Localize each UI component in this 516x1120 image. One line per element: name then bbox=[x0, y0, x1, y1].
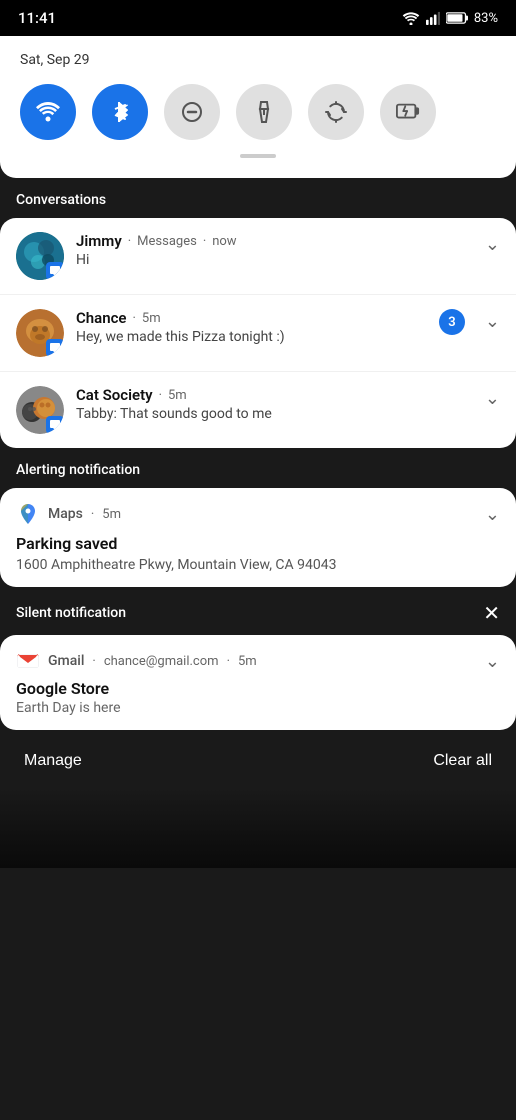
chance-messages-badge bbox=[46, 339, 64, 357]
jimmy-notification[interactable]: Jimmy · Messages · now Hi ⌄ bbox=[0, 218, 516, 295]
cat-society-sender: Cat Society bbox=[76, 386, 153, 404]
chance-avatar bbox=[16, 309, 64, 357]
gmail-notification[interactable]: Gmail · chance@gmail.com · 5m ⌄ Google S… bbox=[0, 635, 516, 730]
cat-society-body: Tabby: That sounds good to me bbox=[76, 406, 465, 422]
maps-notification[interactable]: Maps · 5m ⌄ Parking saved 1600 Amphithea… bbox=[0, 488, 516, 587]
cat-society-avatar bbox=[16, 386, 64, 434]
battery-saver-toggle[interactable] bbox=[380, 84, 436, 140]
dnd-toggle[interactable] bbox=[164, 84, 220, 140]
chance-sender: Chance bbox=[76, 309, 127, 327]
gmail-body: Earth Day is here bbox=[16, 700, 500, 716]
silent-card[interactable]: Gmail · chance@gmail.com · 5m ⌄ Google S… bbox=[0, 635, 516, 730]
chance-count-badge: 3 bbox=[439, 309, 465, 335]
flashlight-toggle[interactable] bbox=[236, 84, 292, 140]
alerting-card[interactable]: Maps · 5m ⌄ Parking saved 1600 Amphithea… bbox=[0, 488, 516, 587]
jimmy-app: Messages bbox=[137, 234, 197, 249]
battery-icon bbox=[446, 11, 468, 25]
jimmy-sender: Jimmy bbox=[76, 232, 122, 250]
cat-society-content: Cat Society · 5m Tabby: That sounds good… bbox=[76, 386, 465, 422]
jimmy-body: Hi bbox=[76, 252, 465, 268]
wifi-icon bbox=[402, 11, 420, 25]
status-icons: 83% bbox=[402, 11, 498, 26]
status-time: 11:41 bbox=[18, 9, 56, 27]
alerting-label: Alerting notification bbox=[16, 462, 140, 478]
bottom-bar: Manage Clear all bbox=[0, 734, 516, 788]
jimmy-chevron[interactable]: ⌄ bbox=[477, 232, 500, 255]
gmail-time: 5m bbox=[238, 654, 257, 669]
quick-settings-panel: Sat, Sep 29 bbox=[0, 36, 516, 178]
maps-icon bbox=[16, 502, 40, 526]
jimmy-messages-badge bbox=[46, 262, 64, 280]
gmail-chevron[interactable]: ⌄ bbox=[485, 651, 500, 672]
gmail-app-name: Gmail bbox=[48, 653, 84, 669]
chance-notification[interactable]: Chance · 5m Hey, we made this Pizza toni… bbox=[0, 295, 516, 372]
quick-toggles bbox=[20, 84, 496, 140]
cat-society-time: 5m bbox=[168, 388, 187, 403]
alerting-time: 5m bbox=[102, 507, 121, 522]
chance-time: 5m bbox=[142, 311, 161, 326]
date-display: Sat, Sep 29 bbox=[20, 52, 496, 68]
chance-chevron[interactable]: ⌄ bbox=[477, 309, 500, 332]
scroll-handle bbox=[240, 154, 276, 158]
chance-body: Hey, we made this Pizza tonight :) bbox=[76, 329, 427, 345]
alerting-body: 1600 Amphitheatre Pkwy, Mountain View, C… bbox=[16, 557, 500, 573]
chance-content: Chance · 5m Hey, we made this Pizza toni… bbox=[76, 309, 427, 345]
silent-close-icon[interactable]: ✕ bbox=[483, 601, 500, 625]
silent-label: Silent notification bbox=[16, 605, 126, 621]
cat-society-messages-badge bbox=[46, 416, 64, 434]
conversations-label: Conversations bbox=[16, 192, 106, 208]
jimmy-avatar bbox=[16, 232, 64, 280]
status-bar: 11:41 83% bbox=[0, 0, 516, 36]
bottom-background bbox=[0, 788, 516, 868]
autorotate-toggle[interactable] bbox=[308, 84, 364, 140]
signal-icon bbox=[426, 11, 440, 25]
alerting-chevron[interactable]: ⌄ bbox=[485, 504, 500, 525]
conversations-card: Jimmy · Messages · now Hi ⌄ bbox=[0, 218, 516, 448]
wifi-toggle[interactable] bbox=[20, 84, 76, 140]
alerting-app-name: Maps bbox=[48, 506, 83, 522]
silent-section-header: Silent notification ✕ bbox=[0, 589, 516, 633]
gmail-email: chance@gmail.com bbox=[104, 654, 219, 669]
cat-society-chevron[interactable]: ⌄ bbox=[477, 386, 500, 409]
gmail-title: Google Store bbox=[16, 679, 500, 698]
alerting-title: Parking saved bbox=[16, 534, 500, 553]
conversations-header: Conversations bbox=[0, 180, 516, 216]
gmail-icon bbox=[16, 649, 40, 673]
clear-all-button[interactable]: Clear all bbox=[433, 752, 492, 770]
battery-percentage: 83% bbox=[474, 11, 498, 26]
manage-button[interactable]: Manage bbox=[24, 752, 82, 770]
jimmy-content: Jimmy · Messages · now Hi bbox=[76, 232, 465, 268]
cat-society-notification[interactable]: Cat Society · 5m Tabby: That sounds good… bbox=[0, 372, 516, 448]
jimmy-time: now bbox=[212, 234, 236, 249]
alerting-header: Alerting notification bbox=[0, 450, 516, 486]
bluetooth-toggle[interactable] bbox=[92, 84, 148, 140]
